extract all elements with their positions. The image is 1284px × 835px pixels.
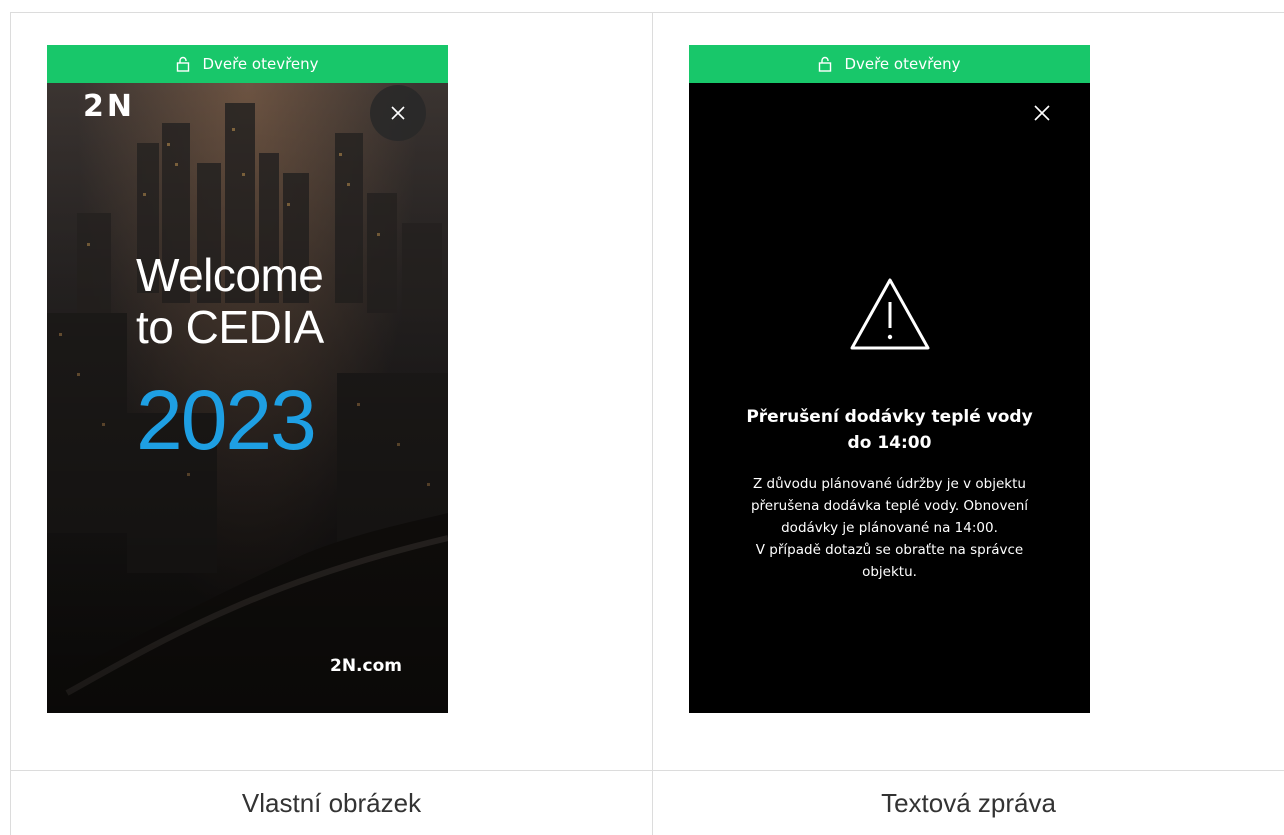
message-body: Z důvodu plánované údržby je v objektu p… [709,473,1070,583]
message-title-line-2: do 14:00 [847,433,932,453]
message-body-line: přerušena dodávka teplé vody. Obnovení [750,498,1029,514]
welcome-line-1: Welcome [136,249,324,301]
message-body-line: objektu. [862,564,917,580]
welcome-heading: Welcome to CEDIA [136,249,436,353]
message-title-line-1: Přerušení dodávky teplé vody [746,407,1033,427]
door-status-bar: Dveře otevřeny [689,45,1090,83]
text-message-screen: Dveře otevřeny Přerušení dodávky teplé v… [689,45,1090,713]
table-divider-vertical [652,12,653,835]
close-icon [391,106,405,120]
door-status-text: Dveře otevřeny [202,55,319,73]
website-label: 2N.com [330,656,402,676]
lock-open-icon [176,56,190,72]
message-body-line: V případě dotazů se obraťte na správce [755,542,1024,558]
caption-text-message: Textová zpráva [881,787,1056,818]
close-icon[interactable] [1032,103,1052,123]
message-body-line: Z důvodu plánované údržby je v objektu [753,476,1026,492]
welcome-line-2: to CEDIA [136,301,324,353]
lock-open-icon [818,56,832,72]
close-button[interactable] [370,85,426,141]
door-status-text: Dveře otevřeny [844,55,961,73]
brand-logo: 2N [83,89,135,124]
caption-custom-image: Vlastní obrázek [241,787,422,818]
warning-icon [850,278,930,350]
door-status-bar: Dveře otevřeny [47,45,448,83]
event-year: 2023 [136,373,317,467]
custom-image-screen: Dveře otevřeny 2N Welcome to CEDIA 2023 … [47,45,448,713]
message-title: Přerušení dodávky teplé vody do 14:00 [709,404,1070,456]
message-body-line: dodávky je plánované na 14:00. [781,520,998,536]
